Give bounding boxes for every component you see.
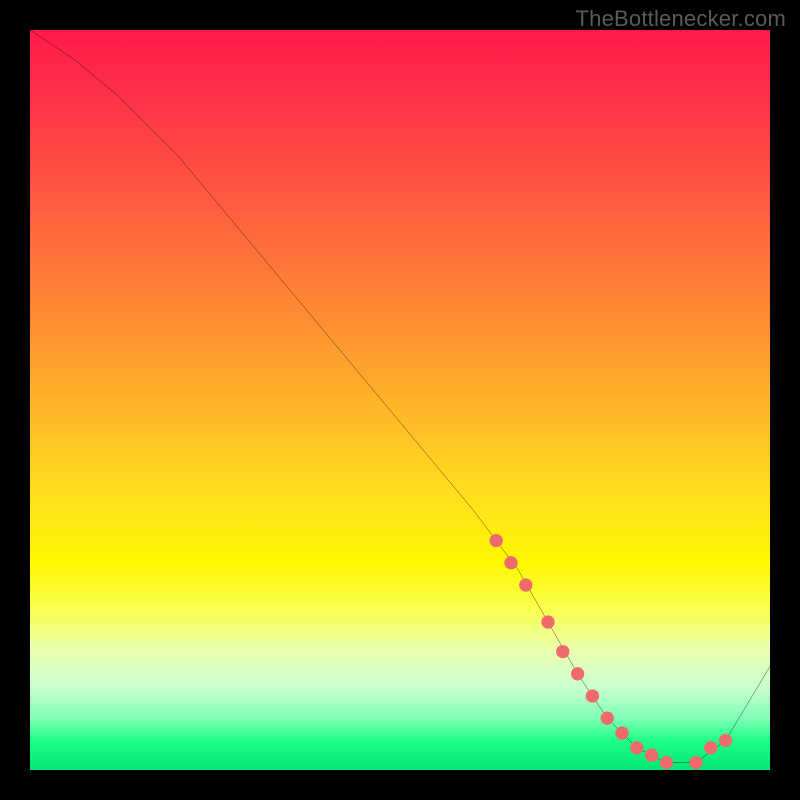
marker-dot xyxy=(615,726,628,739)
chart-frame: TheBottlenecker.com xyxy=(0,0,800,800)
marker-dot xyxy=(556,645,569,658)
bottleneck-curve-path xyxy=(30,30,770,763)
marker-dot xyxy=(504,556,517,569)
marker-dot xyxy=(704,741,717,754)
marker-dot xyxy=(601,712,614,725)
marker-dot xyxy=(719,734,732,747)
marker-dot xyxy=(541,615,554,628)
curve-svg xyxy=(30,30,770,770)
marker-dot xyxy=(645,749,658,762)
marker-dot xyxy=(571,667,584,680)
attribution-text: TheBottlenecker.com xyxy=(576,6,786,32)
marker-dot xyxy=(490,534,503,547)
marker-dot xyxy=(519,578,532,591)
marker-dot xyxy=(630,741,643,754)
marker-dot xyxy=(689,756,702,769)
marker-dot xyxy=(660,756,673,769)
marker-group xyxy=(490,534,733,769)
plot-area xyxy=(30,30,770,770)
marker-dot xyxy=(586,689,599,702)
